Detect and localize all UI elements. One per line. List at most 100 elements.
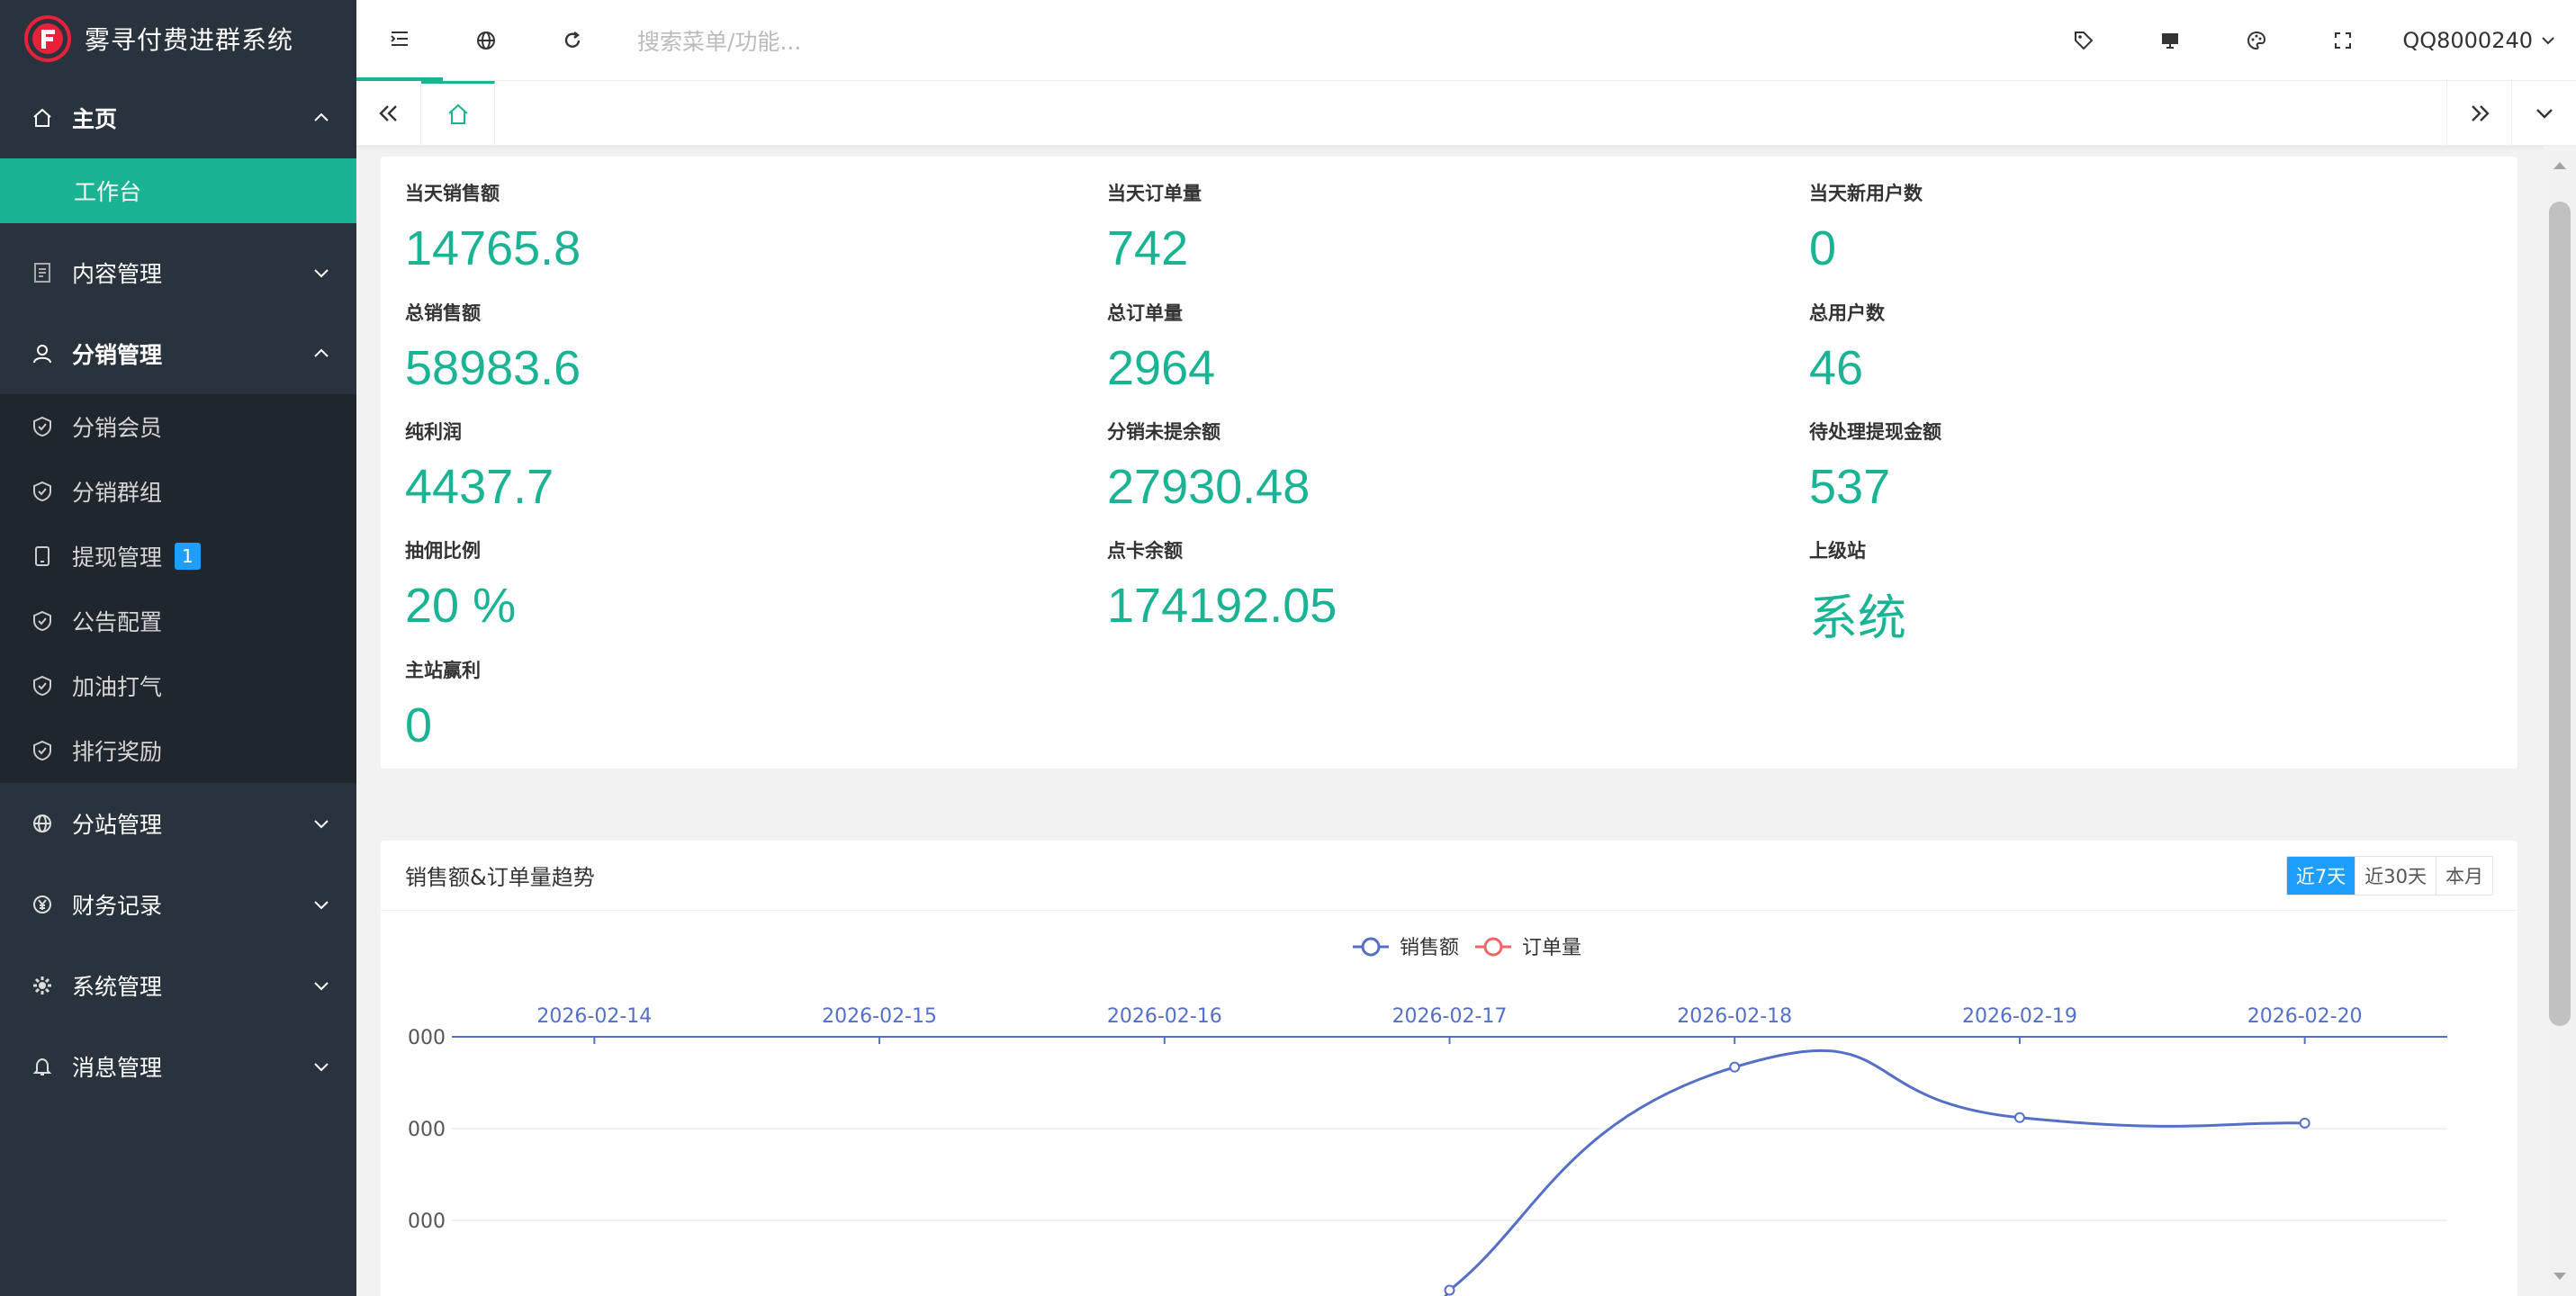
app-title: 雾寻付费进群系统 [85, 25, 294, 55]
range-7-days-button[interactable]: 近7天 [2286, 856, 2356, 895]
stat-label: 点卡余额 [1107, 540, 1183, 562]
globe-icon [477, 31, 495, 50]
stat-total-users: 总用户数 46 [1809, 299, 1885, 396]
stat-label: 总用户数 [1809, 302, 1885, 324]
tab-bar [356, 80, 2576, 146]
sidebar-item-ranking-rewards[interactable]: 排行奖励 [0, 718, 356, 783]
refresh-button[interactable] [529, 0, 616, 81]
stat-label: 上级站 [1809, 540, 1866, 562]
gear-icon [31, 974, 54, 997]
user-menu[interactable]: QQ8000240 [2386, 28, 2576, 53]
vertical-scrollbar[interactable] [2544, 146, 2576, 1296]
sidebar-item-announcement-config[interactable]: 公告配置 [0, 589, 356, 653]
chevron-down-icon [2535, 108, 2553, 119]
document-icon [31, 261, 54, 284]
stat-value: 0 [405, 698, 433, 752]
stat-label: 主站赢利 [405, 660, 481, 681]
y-tick-label: 000 [408, 1210, 446, 1233]
stats-card: 当天销售额 14765.8 当天订单量 742 当天新用户数 0 总销售额 58… [381, 157, 2517, 769]
menu-group-substation[interactable]: 分站管理 [0, 783, 356, 864]
tag-button[interactable] [2040, 0, 2127, 81]
chevron-down-icon [314, 901, 329, 910]
range-this-month-button[interactable]: 本月 [2436, 856, 2492, 895]
stat-label: 纯利润 [405, 421, 462, 443]
scroll-up-icon[interactable] [2551, 157, 2569, 175]
notification-badge: 1 [175, 543, 201, 570]
sidebar-item-distribution-members[interactable]: 分销会员 [0, 394, 356, 459]
menu-group-distribution[interactable]: 分销管理 [0, 313, 356, 394]
scrollbar-thumb[interactable] [2549, 202, 2571, 1026]
shield-check-icon [31, 480, 54, 503]
stat-pending-withdrawal: 待处理提现金额 537 [1809, 418, 1941, 515]
stat-label: 总销售额 [405, 302, 481, 324]
fullscreen-icon [2335, 32, 2352, 49]
menu-group-home[interactable]: 主页 [0, 77, 356, 158]
x-tick-label: 2026-02-14 [536, 1005, 652, 1028]
palette-icon [2247, 31, 2266, 50]
main-content: 当天销售额 14765.8 当天订单量 742 当天新用户数 0 总销售额 58… [356, 146, 2544, 1296]
site-button[interactable] [443, 0, 529, 81]
stat-parent-site: 上级站 系统 [1809, 536, 1906, 649]
tag-icon [2075, 31, 2094, 50]
refresh-icon [564, 31, 581, 48]
chevron-down-icon [314, 269, 329, 278]
menu-fold-icon [391, 31, 408, 46]
sidebar-item-label: 排行奖励 [72, 739, 163, 765]
sidebar-item-distribution-groups[interactable]: 分销群组 [0, 459, 356, 524]
stat-label: 当天新用户数 [1809, 183, 1923, 204]
menu-group-system[interactable]: 系统管理 [0, 945, 356, 1026]
stat-value: 0 [1809, 221, 1837, 275]
menu-group-label: 主页 [72, 106, 118, 132]
chevron-down-icon [314, 982, 329, 991]
globe-icon [31, 812, 54, 835]
sidebar: 雾寻付费进群系统 主页 工作台 内容管理 分销管理 分销会员 分销群组 提现管理… [0, 0, 356, 1296]
menu-group-finance[interactable]: 财务记录 [0, 864, 356, 945]
tab-scroll-right-button[interactable] [2446, 80, 2511, 146]
scroll-down-icon[interactable] [2551, 1267, 2569, 1285]
stat-label: 当天销售额 [405, 183, 500, 204]
stat-today-sales: 当天销售额 14765.8 [405, 179, 581, 276]
top-header: 搜索菜单/功能... QQ8000240 [356, 0, 2576, 81]
x-tick-label: 2026-02-17 [1392, 1005, 1508, 1028]
tab-options-button[interactable] [2511, 80, 2576, 146]
range-30-days-button[interactable]: 近30天 [2355, 856, 2436, 895]
user-name: QQ8000240 [2402, 27, 2533, 53]
shield-check-icon [31, 609, 54, 633]
sidebar-item-cheer[interactable]: 加油打气 [0, 653, 356, 718]
chevron-up-icon [314, 348, 329, 357]
menu-group-label: 消息管理 [72, 1055, 163, 1081]
stat-value: 20 % [405, 579, 517, 633]
app-logo[interactable]: 雾寻付费进群系统 [0, 0, 356, 77]
chevron-down-icon [2542, 36, 2554, 44]
menu-group-label: 分站管理 [72, 812, 163, 838]
tab-home[interactable] [421, 80, 495, 146]
tab-scroll-left-button[interactable] [356, 80, 421, 146]
sidebar-item-withdrawals[interactable]: 提现管理 1 [0, 524, 356, 589]
menu-group-label: 系统管理 [72, 974, 163, 1000]
menu-group-content[interactable]: 内容管理 [0, 232, 356, 313]
trend-line-chart: 销售额 订单量 000 000 000 2026-02-14 2026-02-15 2026-… [408, 937, 2447, 1296]
stat-label: 总订单量 [1107, 302, 1183, 324]
sidebar-item-workbench[interactable]: 工作台 [0, 158, 356, 223]
menu-group-label: 财务记录 [72, 893, 163, 919]
lock-screen-button[interactable] [2127, 0, 2213, 81]
stat-label: 当天订单量 [1107, 183, 1202, 204]
stat-value: 4437.7 [405, 460, 554, 514]
x-tick-label: 2026-02-18 [1677, 1005, 1792, 1028]
fullscreen-button[interactable] [2300, 0, 2386, 81]
menu-toggle-button[interactable] [356, 0, 443, 81]
theme-button[interactable] [2213, 0, 2300, 81]
sidebar-item-label: 提现管理 [72, 544, 163, 571]
y-tick-label: 000 [408, 1027, 446, 1049]
data-point [1444, 1284, 1455, 1296]
menu-group-messages[interactable]: 消息管理 [0, 1026, 356, 1107]
stat-value: 系统 [1809, 591, 1906, 645]
stat-value: 58983.6 [405, 341, 581, 395]
stat-net-profit: 纯利润 4437.7 [405, 418, 554, 515]
brand-logo-icon [24, 15, 71, 62]
stat-label: 待处理提现金额 [1809, 421, 1941, 443]
search-input[interactable]: 搜索菜单/功能... [637, 24, 1447, 57]
double-chevron-left-icon [378, 104, 397, 122]
stat-value: 742 [1107, 221, 1189, 275]
x-tick-label: 2026-02-16 [1107, 1005, 1222, 1028]
